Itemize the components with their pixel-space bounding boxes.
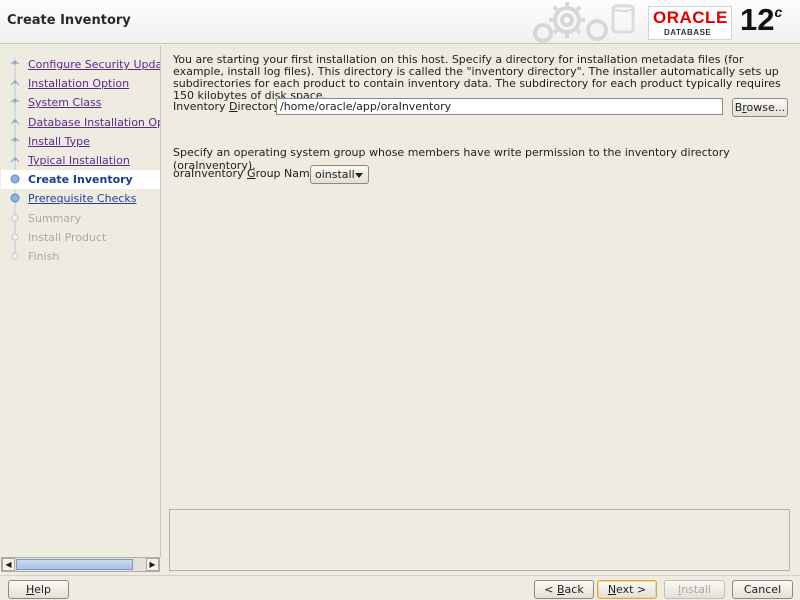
step-label: Create Inventory [28, 173, 133, 187]
step-system-class[interactable]: System Class [1, 93, 160, 112]
database-wordmark: DATABASE [664, 28, 712, 37]
step-install-type[interactable]: Install Type [1, 132, 160, 151]
inventory-description: You are starting your first installation… [173, 53, 781, 102]
step-status-icon [10, 80, 20, 86]
help-button[interactable]: Help [8, 580, 69, 599]
chevron-down-icon [355, 173, 363, 178]
group-name-value: oinstall [315, 168, 355, 181]
step-label: Install Type [28, 134, 90, 148]
steps-nav: Configure Security Updates Installation O… [1, 46, 161, 557]
browse-button[interactable]: Browse... [732, 98, 788, 117]
step-label: Summary [28, 211, 82, 225]
step-finish: Finish [1, 247, 160, 266]
step-label: Database Installation Options [28, 115, 160, 129]
oracle-wordmark: ORACLE [653, 8, 728, 27]
step-label: Configure Security Updates [28, 58, 160, 71]
step-status-icon [11, 233, 19, 241]
step-status-icon [10, 174, 20, 184]
version-suffix: c [774, 4, 783, 20]
scroll-right-arrow-icon[interactable]: ▶ [146, 558, 159, 571]
step-label: Installation Option [28, 77, 130, 91]
scroll-left-arrow-icon[interactable]: ◀ [2, 558, 15, 571]
step-label: Finish [28, 250, 60, 263]
header-bar: Create Inventory ORACLE DATABASE 12c [0, 0, 800, 44]
step-status-icon [10, 193, 20, 203]
step-summary: Summary [1, 209, 160, 228]
step-label: System Class [28, 96, 102, 110]
step-database-installation-options[interactable]: Database Installation Options [1, 113, 160, 132]
inventory-directory-label: Inventory Directory: [173, 100, 283, 113]
step-prerequisite-checks[interactable]: Prerequisite Checks [1, 189, 160, 208]
step-status-icon [10, 137, 20, 142]
next-button[interactable]: Next > [597, 580, 657, 599]
version-number: 12 [740, 2, 775, 37]
group-name-select[interactable]: oinstall [310, 165, 369, 184]
step-status-icon [10, 98, 20, 103]
step-status-icon [11, 214, 19, 222]
message-panel [169, 509, 790, 571]
step-install-product: Install Product [1, 228, 160, 247]
inventory-directory-input[interactable] [276, 98, 723, 115]
cancel-button[interactable]: Cancel [732, 580, 793, 599]
footer-separator [0, 575, 800, 576]
page-title: Create Inventory [7, 13, 131, 28]
back-button[interactable]: < Back [534, 580, 594, 599]
step-status-icon [10, 157, 20, 163]
group-name-label: oraInventory Group Name: [173, 167, 321, 180]
step-label: Typical Installation [28, 154, 130, 167]
step-status-icon [11, 252, 19, 260]
step-status-icon [10, 118, 20, 124]
install-button[interactable]: Install [664, 580, 725, 599]
oracle-logo: ORACLE DATABASE [648, 6, 732, 40]
scroll-thumb[interactable] [16, 559, 133, 570]
step-label: Install Product [28, 230, 107, 244]
step-typical-installation[interactable]: Typical Installation [1, 151, 160, 170]
step-status-icon [10, 60, 20, 65]
step-create-inventory[interactable]: Create Inventory [1, 170, 160, 190]
version-badge: 12c [740, 2, 782, 38]
step-installation-option[interactable]: Installation Option [1, 74, 160, 93]
step-configure-security-updates[interactable]: Configure Security Updates [1, 55, 160, 74]
nav-horizontal-scrollbar[interactable]: ◀ ▶ [1, 557, 160, 572]
step-label: Prerequisite Checks [28, 192, 137, 206]
gears-graphic [533, 2, 635, 43]
